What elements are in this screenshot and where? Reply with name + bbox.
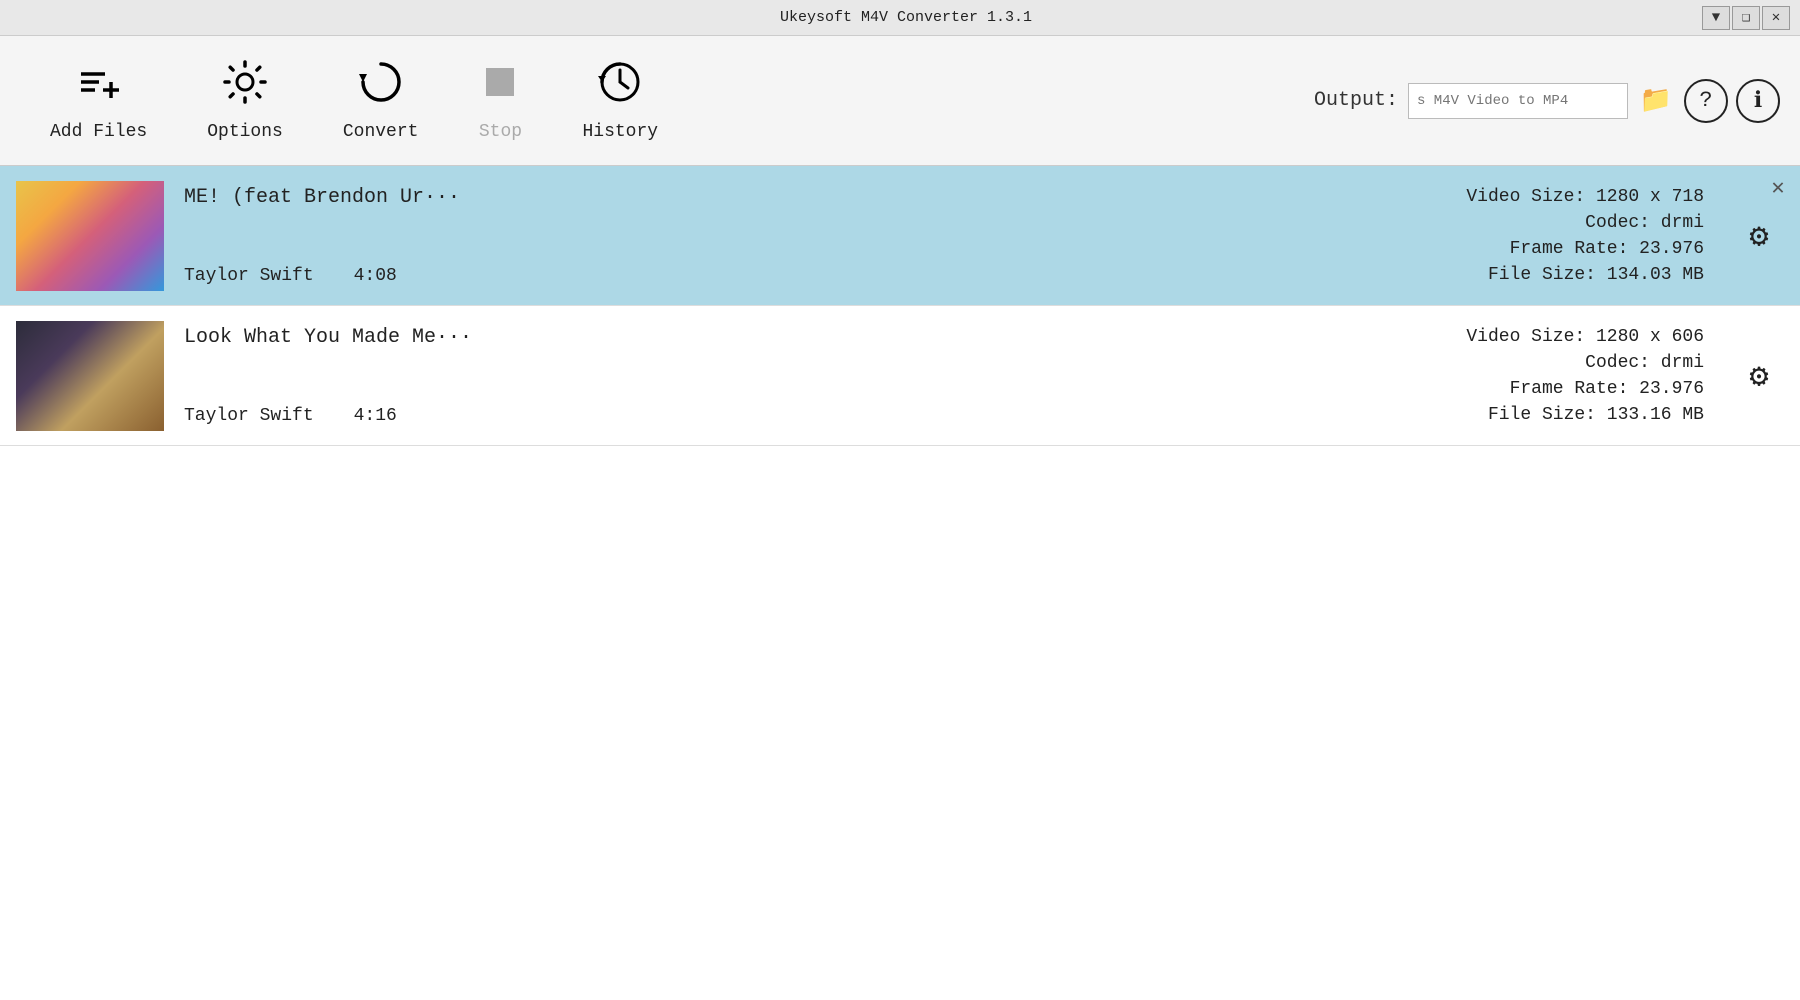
add-files-label: Add Files	[50, 122, 147, 142]
file-settings-button[interactable]: ⚙	[1734, 211, 1784, 261]
convert-button[interactable]: Convert	[313, 54, 449, 148]
file-meta: Taylor Swift 4:08	[184, 266, 1404, 286]
minimize-button[interactable]: ▼	[1702, 6, 1730, 30]
options-icon	[223, 60, 267, 114]
title-bar-controls: ▼ ❑ ✕	[1702, 6, 1790, 30]
convert-label: Convert	[343, 122, 419, 142]
toolbar: Add Files Options Convert Stop	[0, 36, 1800, 166]
file-info: Look What You Made Me··· Taylor Swift 4:…	[184, 326, 1404, 426]
file-row[interactable]: Look What You Made Me··· Taylor Swift 4:…	[0, 306, 1800, 446]
file-close-button[interactable]: ✕	[1764, 174, 1792, 202]
file-specs: Video Size: 1280 x 606 Codec: drmi Frame…	[1404, 327, 1704, 425]
file-settings-button[interactable]: ⚙	[1734, 351, 1784, 401]
output-section: Output: 📁	[1314, 83, 1674, 119]
file-thumbnail	[16, 181, 164, 291]
file-row[interactable]: ME! (feat Brendon Ur··· Taylor Swift 4:0…	[0, 166, 1800, 306]
help-button[interactable]: ?	[1684, 79, 1728, 123]
history-button[interactable]: History	[552, 54, 688, 148]
options-button[interactable]: Options	[177, 54, 313, 148]
convert-icon	[359, 60, 403, 114]
file-frame-rate: Frame Rate: 23.976	[1404, 239, 1704, 259]
file-video-size: Video Size: 1280 x 606	[1404, 327, 1704, 347]
file-file-size: File Size: 133.16 MB	[1404, 405, 1704, 425]
add-files-button[interactable]: Add Files	[20, 54, 177, 148]
file-meta: Taylor Swift 4:16	[184, 406, 1404, 426]
help-info-icons: ? ℹ	[1684, 79, 1780, 123]
file-duration: 4:16	[354, 406, 397, 426]
file-thumbnail	[16, 321, 164, 431]
add-files-icon	[77, 60, 121, 114]
app-title: Ukeysoft M4V Converter 1.3.1	[110, 9, 1702, 26]
restore-button[interactable]: ❑	[1732, 6, 1760, 30]
stop-button[interactable]: Stop	[448, 54, 552, 148]
output-label: Output:	[1314, 89, 1398, 112]
output-input[interactable]	[1408, 83, 1628, 119]
file-codec: Codec: drmi	[1404, 353, 1704, 373]
file-frame-rate: Frame Rate: 23.976	[1404, 379, 1704, 399]
file-video-size: Video Size: 1280 x 718	[1404, 187, 1704, 207]
file-artist: Taylor Swift	[184, 266, 314, 286]
browse-folder-button[interactable]: 📁	[1638, 83, 1674, 119]
file-info: ME! (feat Brendon Ur··· Taylor Swift 4:0…	[184, 186, 1404, 286]
close-button[interactable]: ✕	[1762, 6, 1790, 30]
history-icon	[598, 60, 642, 114]
file-artist: Taylor Swift	[184, 406, 314, 426]
stop-label: Stop	[479, 122, 522, 142]
stop-icon	[478, 60, 522, 114]
file-list: ME! (feat Brendon Ur··· Taylor Swift 4:0…	[0, 166, 1800, 1000]
file-title: Look What You Made Me···	[184, 326, 1404, 349]
title-bar: Ukeysoft M4V Converter 1.3.1 ▼ ❑ ✕	[0, 0, 1800, 36]
info-button[interactable]: ℹ	[1736, 79, 1780, 123]
file-file-size: File Size: 134.03 MB	[1404, 265, 1704, 285]
file-codec: Codec: drmi	[1404, 213, 1704, 233]
file-specs: Video Size: 1280 x 718 Codec: drmi Frame…	[1404, 187, 1704, 285]
options-label: Options	[207, 122, 283, 142]
file-title: ME! (feat Brendon Ur···	[184, 186, 1404, 209]
history-label: History	[582, 122, 658, 142]
file-duration: 4:08	[354, 266, 397, 286]
